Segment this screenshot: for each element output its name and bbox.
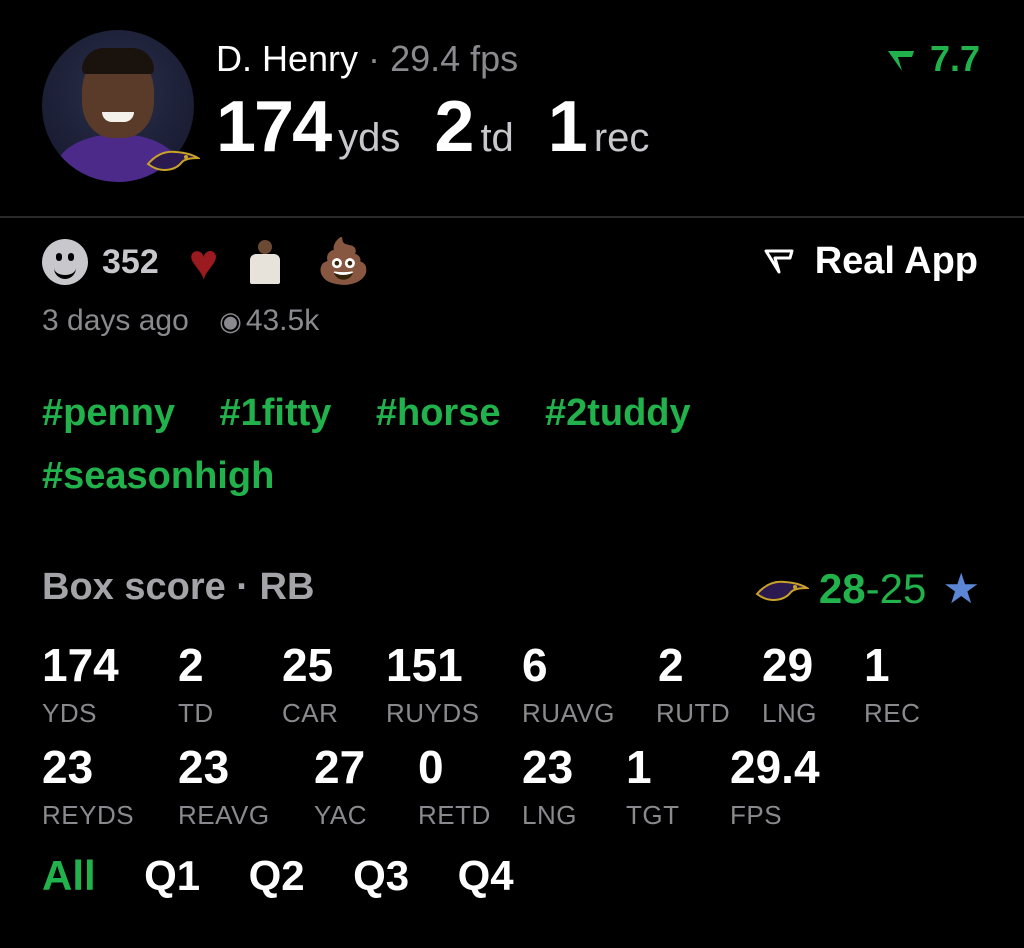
stat-value: 6: [522, 639, 548, 691]
stat-label: LNG: [522, 800, 577, 830]
eye-icon: ◉: [219, 306, 242, 336]
stat-value: 29.4: [730, 741, 820, 793]
home-score: 28: [818, 564, 866, 612]
stat-reyds: 23 REYDS: [42, 744, 134, 831]
stat-label: REAVG: [178, 800, 270, 830]
stat-label: LNG: [762, 698, 817, 728]
stat-lng: 29 LNG: [762, 642, 817, 729]
stat-value: 174: [42, 639, 119, 691]
stat-label: RETD: [418, 800, 491, 830]
post-meta: 3 days ago ◉ 43.5k: [42, 304, 319, 338]
stat-ruavg: 6 RUAVG: [522, 642, 615, 729]
stat-value: 1: [864, 639, 890, 691]
stat-label: REC: [864, 698, 921, 728]
rating-badge[interactable]: 7.7: [886, 38, 980, 80]
real-app-label: Real App: [814, 240, 978, 282]
stat-value: 1: [626, 741, 652, 793]
rec-value: 1: [547, 87, 588, 167]
quarter-tabs: All Q1 Q2 Q3 Q4: [42, 852, 558, 900]
stat-value: 23: [522, 741, 574, 793]
hashtag-list: #penny #1fitty #horse #2tuddy #seasonhig…: [42, 392, 942, 518]
yards-unit: yds: [338, 116, 401, 160]
stat-value: 2: [658, 639, 684, 691]
stat-value: 23: [178, 741, 230, 793]
stat-value: 29: [762, 639, 814, 691]
reaction-bar: 352 ♥ 💩: [42, 237, 371, 287]
real-logo-icon: [887, 51, 914, 71]
stat-tgt: 1 TGT: [626, 744, 680, 831]
stat-lng-rec: 23 LNG: [522, 744, 577, 831]
game-score[interactable]: 28-25 ★: [755, 564, 980, 613]
stat-reavg: 23 REAVG: [178, 744, 270, 831]
cowboys-star-icon: ★: [942, 565, 980, 612]
stat-yac: 27 YAC: [314, 744, 367, 831]
avatar-hair: [82, 48, 154, 74]
header-divider: [0, 216, 1024, 218]
player-reaction-icon[interactable]: [244, 238, 290, 286]
stat-label: TGT: [626, 800, 680, 830]
stat-yds: 174 YDS: [42, 642, 119, 729]
stat-label: CAR: [282, 698, 339, 728]
ravens-logo-icon: [146, 150, 200, 172]
tab-q2[interactable]: Q2: [249, 852, 305, 900]
tab-q4[interactable]: Q4: [458, 852, 514, 900]
yards-value: 174: [216, 87, 332, 167]
hashtag[interactable]: #1fitty: [220, 392, 332, 435]
tab-q3[interactable]: Q3: [353, 852, 409, 900]
stat-label: RUTD: [656, 698, 731, 728]
stat-value: 2: [178, 639, 204, 691]
stat-value: 27: [314, 741, 366, 793]
rec-unit: rec: [593, 116, 650, 160]
stat-label: RUAVG: [522, 698, 616, 728]
stat-label: YDS: [42, 698, 97, 728]
stat-value: 25: [282, 639, 334, 691]
stat-rutd: 2 RUTD: [656, 642, 730, 729]
stat-rec: 1 REC: [864, 642, 920, 729]
score-dash: -: [865, 564, 880, 612]
stat-label: FPS: [730, 800, 783, 830]
td-unit: td: [480, 116, 514, 160]
separator-dot: ·: [368, 38, 381, 79]
real-logo-icon: [764, 249, 794, 274]
stat-retd: 0 RETD: [418, 744, 491, 831]
stat-label: REYDS: [42, 800, 135, 830]
post-time: 3 days ago: [42, 304, 189, 337]
stat-label: TD: [178, 698, 214, 728]
real-app-link[interactable]: Real App: [764, 240, 978, 283]
hashtag[interactable]: #seasonhigh: [42, 455, 274, 498]
headline-stats: 174 yds 2 td 1 rec: [216, 86, 683, 168]
player-fps: 29.4 fps: [390, 38, 519, 79]
box-score-title: Box score · RB: [42, 566, 315, 608]
avatar-smile: [102, 112, 134, 122]
stat-fps: 29.4 FPS: [730, 744, 820, 831]
stat-car: 25 CAR: [282, 642, 338, 729]
away-score: 25: [879, 564, 927, 612]
stat-value: 0: [418, 741, 444, 793]
heart-icon[interactable]: ♥: [189, 237, 219, 287]
player-header-line: D. Henry · 29.4 fps: [216, 38, 518, 80]
reaction-count: 352: [102, 242, 159, 281]
td-value: 2: [434, 87, 474, 167]
stat-td: 2 TD: [178, 642, 214, 729]
stat-label: YAC: [314, 800, 368, 830]
stat-ruyds: 151 RUYDS: [386, 642, 480, 729]
player-name[interactable]: D. Henry: [216, 38, 358, 79]
hashtag[interactable]: #horse: [376, 392, 501, 435]
stat-label: RUYDS: [386, 698, 480, 728]
view-count: 43.5k: [245, 304, 320, 337]
ravens-logo-icon: [755, 580, 809, 601]
rating-value: 7.7: [929, 38, 980, 79]
stat-value: 151: [386, 639, 463, 691]
tab-all[interactable]: All: [42, 852, 96, 900]
tab-q1[interactable]: Q1: [144, 852, 200, 900]
stat-value: 23: [42, 741, 94, 793]
hashtag[interactable]: #penny: [42, 392, 175, 435]
hashtag[interactable]: #2tuddy: [545, 392, 691, 435]
smiley-icon[interactable]: [42, 239, 88, 285]
poop-icon[interactable]: 💩: [316, 240, 371, 284]
